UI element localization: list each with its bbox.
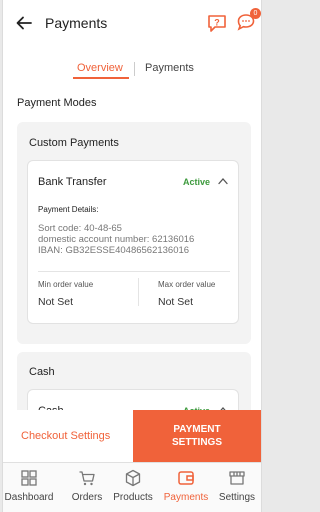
bank-transfer-card[interactable]: Bank Transfer Active Payment Details: So…	[27, 160, 239, 324]
cart-icon	[79, 471, 95, 486]
payment-details-label: Payment Details:	[38, 205, 99, 214]
panel-title: Custom Payments	[29, 137, 119, 149]
notification-badge: 0	[250, 8, 261, 19]
column-divider	[138, 278, 139, 306]
nav-products[interactable]: Products	[107, 469, 159, 503]
min-order-value: Not Set	[38, 296, 74, 308]
back-arrow-icon[interactable]	[15, 14, 33, 32]
action-bar: Checkout Settings PAYMENT SETTINGS	[3, 410, 261, 462]
nav-label: Dashboard	[4, 492, 54, 503]
nav-orders[interactable]: Orders	[61, 469, 113, 503]
nav-label: Payments	[163, 492, 209, 503]
divider	[38, 271, 230, 272]
page-title: Payments	[45, 15, 108, 31]
status-badge: Active	[182, 177, 210, 187]
tab-bar: Overview Payments	[3, 60, 261, 82]
section-title: Payment Modes	[17, 97, 97, 109]
nav-label: Products	[113, 492, 153, 503]
nav-label: Settings	[218, 492, 256, 503]
payment-details-text: Sort code: 40-48-65 domestic account num…	[38, 223, 195, 256]
nav-label: Orders	[71, 492, 103, 503]
nav-settings[interactable]: Settings	[211, 469, 261, 503]
payments-screen: Payments ? 0 Overview Payments Payment M…	[2, 0, 262, 512]
tab-payments[interactable]: Payments	[145, 62, 194, 74]
store-icon	[229, 471, 245, 485]
messages-button[interactable]: 0	[236, 8, 261, 34]
app-header: Payments ? 0	[3, 0, 261, 46]
wallet-icon	[178, 471, 194, 485]
help-button[interactable]: ?	[206, 12, 228, 34]
min-order-label: Min order value	[38, 280, 94, 289]
payment-settings-button[interactable]: PAYMENT SETTINGS	[133, 410, 261, 462]
dashboard-icon	[21, 470, 37, 486]
nav-payments[interactable]: Payments	[160, 469, 212, 503]
nav-dashboard[interactable]: Dashboard	[3, 469, 55, 503]
help-chat-icon: ?	[208, 15, 226, 32]
tab-overview[interactable]: Overview	[77, 62, 123, 74]
checkout-settings-button[interactable]: Checkout Settings	[21, 430, 110, 442]
box-icon	[125, 469, 141, 487]
chevron-up-icon[interactable]	[218, 177, 228, 185]
panel-title: Cash	[29, 366, 55, 378]
max-order-value: Not Set	[158, 296, 194, 308]
payment-settings-label: PAYMENT SETTINGS	[171, 424, 222, 448]
bottom-navigation: Dashboard Orders Products Payments Setti…	[3, 462, 261, 512]
payment-method-name: Bank Transfer	[38, 176, 107, 188]
svg-text:?: ?	[214, 18, 220, 28]
max-order-label: Max order value	[158, 280, 216, 289]
active-tab-indicator	[73, 77, 129, 79]
custom-payments-panel: Custom Payments Bank Transfer Active Pay…	[17, 122, 251, 344]
tab-divider	[134, 62, 135, 76]
